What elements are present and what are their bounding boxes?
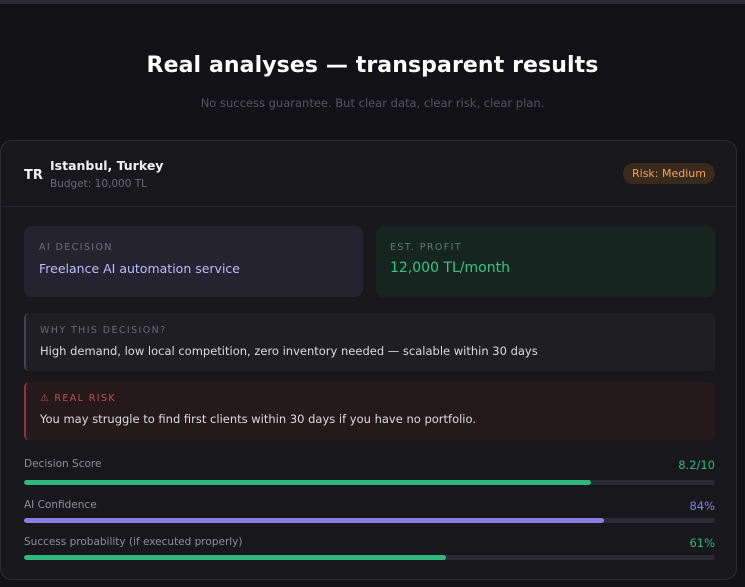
metric-value: 84% [689,499,715,513]
section-subtitle: No success guarantee. But clear data, cl… [200,96,545,110]
metric-label: Decision Score [24,458,102,470]
est-profit-value: 12,000 TL/month [390,260,510,276]
card-header: TR Istanbul, Turkey Budget: 10,000 TL Ri… [1,141,736,207]
why-decision-label: WHY THIS DECISION? [40,325,167,336]
metric-value: 8.2/10 [678,458,715,472]
top-bar [0,0,745,4]
why-decision-text: High demand, low local competition, zero… [40,344,538,358]
real-risk-label: REAL RISK [54,393,117,404]
analysis-card: TR Istanbul, Turkey Budget: 10,000 TL Ri… [0,140,737,580]
progress-track [24,480,715,485]
progress-fill [24,518,605,523]
section-title: Real analyses — transparent results [146,53,599,78]
ai-decision-box: AI DECISION Freelance AI automation serv… [24,226,363,297]
location-name: Istanbul, Turkey [50,158,164,173]
progress-fill [24,480,591,485]
ai-decision-value: Freelance AI automation service [39,261,240,276]
why-decision-box: WHY THIS DECISION? High demand, low loca… [24,313,715,371]
progress-track [24,518,715,523]
metric-label: AI Confidence [24,499,97,511]
metric-label: Success probability (if executed properl… [24,536,243,548]
progress-track [24,555,715,560]
warning-icon: ⚠ [40,393,51,404]
real-risk-heading: ⚠ REAL RISK [40,393,116,404]
est-profit-label: EST. PROFIT [390,242,463,253]
budget-text: Budget: 10,000 TL [50,178,147,190]
real-risk-text: You may struggle to find first clients w… [40,412,476,426]
risk-badge: Risk: Medium [623,163,715,184]
real-risk-box: ⚠ REAL RISK You may struggle to find firs… [24,382,715,440]
country-code: TR [24,168,43,183]
ai-decision-label: AI DECISION [39,242,113,253]
metric-value: 61% [689,536,715,550]
est-profit-box: EST. PROFIT 12,000 TL/month [376,226,715,297]
progress-fill [24,555,446,560]
